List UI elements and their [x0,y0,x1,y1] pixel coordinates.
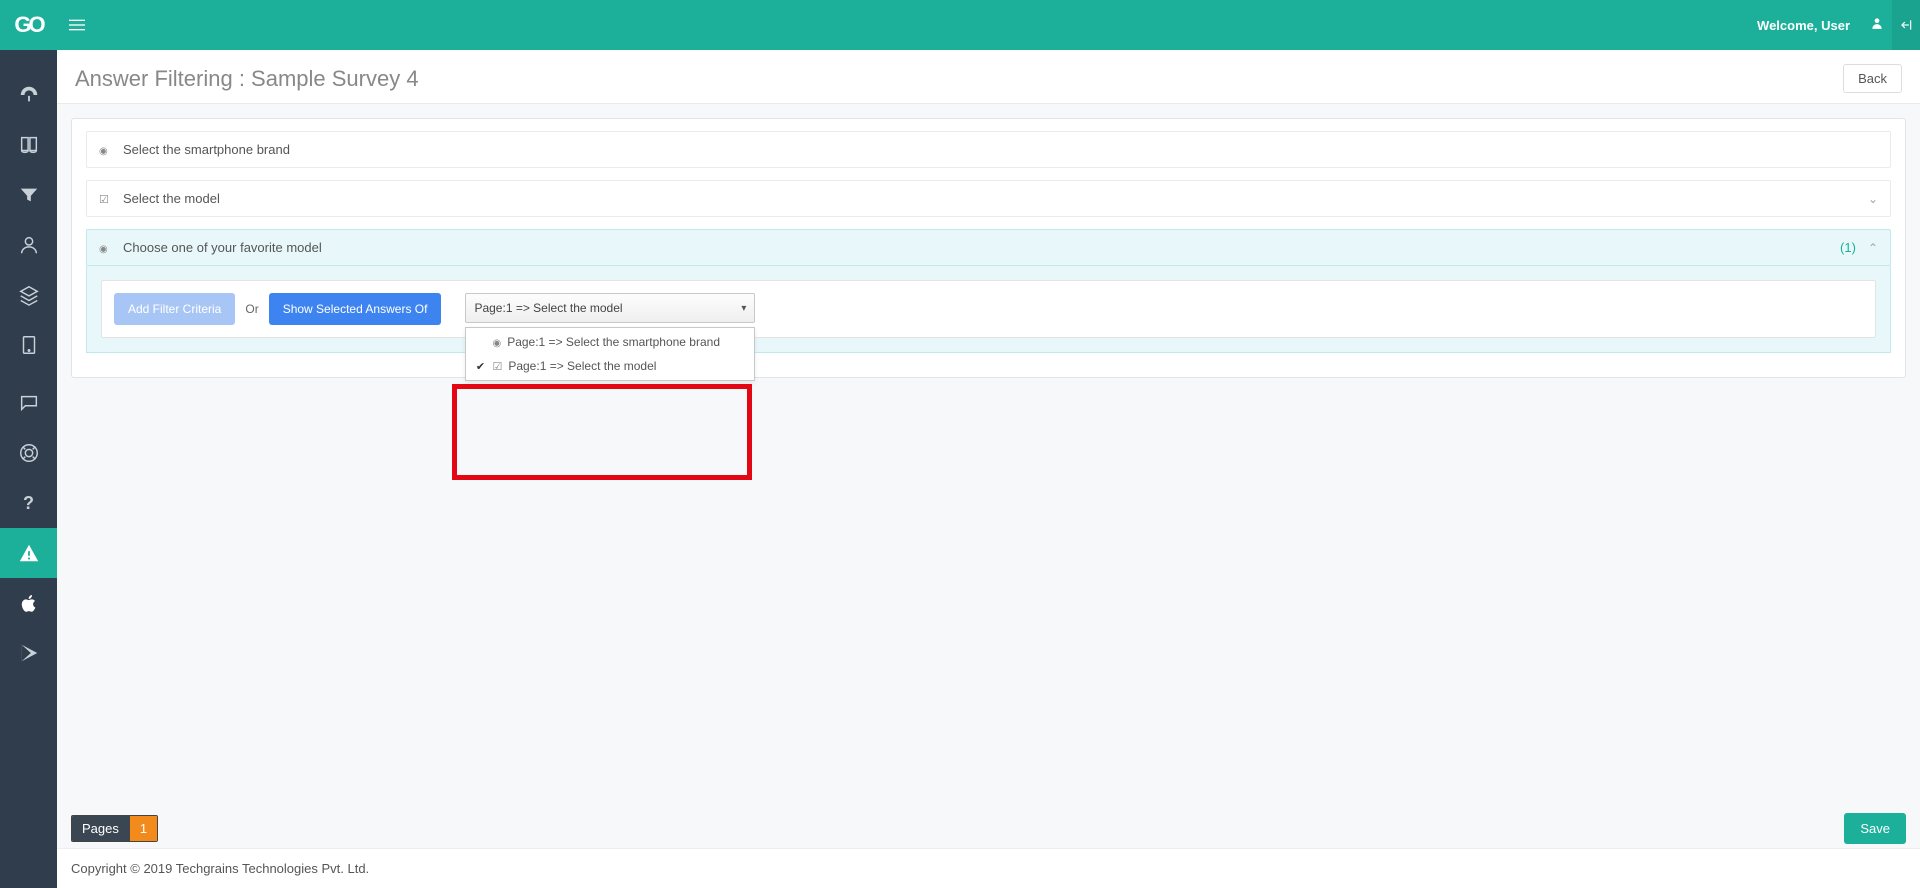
page-title: Answer Filtering : Sample Survey 4 [75,66,419,92]
sidebar-item-alerts[interactable] [0,528,57,578]
layers-icon [18,284,40,306]
tablet-icon [18,334,40,356]
sidebar-item-support[interactable] [0,428,57,478]
pages-label: Pages [72,816,129,841]
filter-toolbar: Add Filter Criteria Or Show Selected Ans… [101,280,1876,338]
book-icon [18,134,40,156]
bottom-bar: Pages 1 Save [57,809,1920,848]
question-select-wrapper: Page:1 => Select the model ▾ Page:1 => S… [465,293,755,323]
sidebar-item-tablet[interactable] [0,320,57,370]
chevron-down-icon[interactable]: ⌄ [1868,192,1878,206]
copyright-text: Copyright © 2019 Techgrains Technologies… [71,861,369,876]
question-select-value: Page:1 => Select the model [474,301,622,315]
content-area: Select the smartphone brand Select the m… [57,104,1920,809]
question-icon: ? [23,493,34,514]
radio-icon [99,142,113,157]
question-row[interactable]: Select the model ⌄ [86,180,1891,217]
sidebar-item-help[interactable]: ? [0,478,57,528]
page-header: Answer Filtering : Sample Survey 4 Back [57,50,1920,104]
chevron-up-icon[interactable]: ⌃ [1868,241,1878,255]
radio-icon [492,335,501,349]
chat-icon [18,392,40,414]
toolbar-or-label: Or [245,302,258,316]
question-label: Select the smartphone brand [123,142,290,157]
dropdown-option-label: Page:1 => Select the model [508,359,656,373]
user-icon [1870,16,1884,30]
caret-down-icon: ▾ [741,303,746,314]
show-selected-answers-button[interactable]: Show Selected Answers Of [269,293,442,325]
pagination: Pages 1 [71,815,158,842]
question-label: Select the model [123,191,220,206]
filter-icon [18,184,40,206]
questions-panel: Select the smartphone brand Select the m… [71,118,1906,378]
logo-glyph: GO [14,12,42,38]
main: Answer Filtering : Sample Survey 4 Back … [57,50,1920,888]
apple-icon [18,592,40,614]
hamburger-icon [69,17,85,33]
question-row[interactable]: Select the smartphone brand [86,131,1891,168]
back-button[interactable]: Back [1843,64,1902,93]
logo[interactable]: GO [0,12,57,38]
checkbox-icon [492,359,502,373]
dropdown-option[interactable]: Page:1 => Select the smartphone brand [466,330,754,354]
sidebar-item-dashboard[interactable] [0,70,57,120]
radio-icon [99,240,113,255]
dropdown-option[interactable]: ✔ Page:1 => Select the model [466,354,754,378]
annotation-highlight [452,384,752,480]
question-select-menu: Page:1 => Select the smartphone brand ✔ … [465,327,755,381]
warning-icon [18,542,40,564]
sidebar-item-surveys[interactable] [0,120,57,170]
question-select[interactable]: Page:1 => Select the model ▾ [465,293,755,323]
menu-toggle-button[interactable] [57,17,97,33]
question-label: Choose one of your favorite model [123,240,322,255]
question-row-expanded[interactable]: Choose one of your favorite model (1) ⌃ [86,229,1891,266]
sidebar-item-play[interactable] [0,628,57,678]
add-filter-criteria-button[interactable]: Add Filter Criteria [114,293,235,325]
lifebuoy-icon [18,442,40,464]
dashboard-icon [18,84,40,106]
filter-count: (1) [1840,240,1856,255]
dropdown-option-label: Page:1 => Select the smartphone brand [507,335,720,349]
sidebar-item-layers[interactable] [0,270,57,320]
sidebar-item-filter[interactable] [0,170,57,220]
save-button[interactable]: Save [1844,813,1906,844]
user-button[interactable] [1864,16,1890,34]
users-icon [18,234,40,256]
welcome-text: Welcome, User [1743,18,1864,33]
topbar: GO Welcome, User [0,0,1920,50]
sidebar: ? [0,50,57,888]
checkbox-icon [99,191,113,206]
sidebar-item-chat[interactable] [0,378,57,428]
play-icon [18,642,40,664]
page-number-active[interactable]: 1 [129,816,157,841]
logout-button[interactable] [1892,0,1920,50]
check-icon: ✔ [474,360,486,373]
footer: Copyright © 2019 Techgrains Technologies… [57,848,1920,888]
logout-icon [1899,18,1913,32]
sidebar-item-users[interactable] [0,220,57,270]
question-expanded-body: Add Filter Criteria Or Show Selected Ans… [86,266,1891,353]
sidebar-item-apple[interactable] [0,578,57,628]
